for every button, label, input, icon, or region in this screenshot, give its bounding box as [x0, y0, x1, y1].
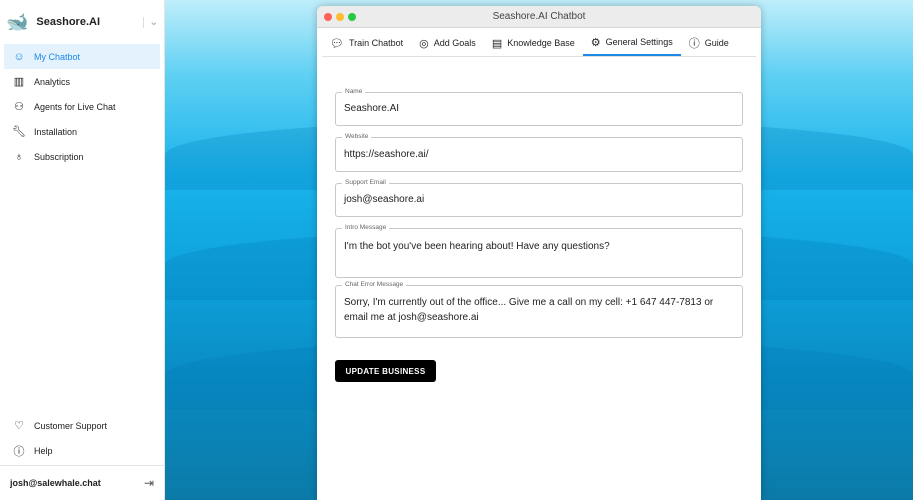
book-icon: ▤ [491, 37, 503, 50]
maximize-button[interactable] [348, 13, 356, 21]
sidebar-item-customer-support[interactable]: ♡ Customer Support [4, 413, 160, 438]
tab-label: Add Goals [433, 38, 476, 48]
help-icon: ⓘ [13, 445, 25, 458]
tab-add-goals[interactable]: ◎ Add Goals [411, 30, 484, 56]
sidebar-item-label: Subscription [34, 151, 84, 162]
update-business-button[interactable]: UPDATE BUSINESS [335, 360, 436, 382]
intro-value: I'm the bot you've been hearing about! H… [344, 241, 610, 252]
website-field[interactable]: Website https://seashore.ai/ [335, 132, 743, 172]
user-footer: josh@salewhale.chat ⇥ [0, 465, 164, 500]
name-field[interactable]: Name Seashore.AI [335, 87, 743, 126]
field-label: Chat Error Message [342, 280, 407, 290]
brand-name: Seashore.AI [36, 16, 101, 28]
sidebar-item-installation[interactable]: 🔧︎ Installation [4, 119, 160, 144]
sidebar-item-label: Installation [34, 126, 78, 137]
bar-chart-icon: ▥ [13, 76, 25, 88]
sidebar-item-help[interactable]: ⓘ Help [4, 438, 160, 463]
title-bar: Seashore.AI Chatbot [317, 6, 761, 28]
sidebar-item-subscription[interactable]: ♁ Subscription [4, 144, 160, 169]
intro-message-field[interactable]: Intro Message I'm the bot you've been hea… [335, 223, 743, 278]
chat-bubble-icon: 💬︎ [330, 37, 344, 50]
sidebar-item-label: Help [34, 445, 53, 456]
minimize-button[interactable] [336, 13, 344, 21]
field-label: Support Email [342, 178, 389, 188]
sidebar-item-label: Agents for Live Chat [34, 101, 116, 112]
wrench-icon: 🔧︎ [12, 126, 26, 138]
robot-icon: ☺ [13, 50, 25, 63]
heart-handshake-icon: ♡ [14, 420, 24, 432]
tab-bar: 💬︎ Train Chatbot ◎ Add Goals ▤ Knowledge Ba… [322, 28, 756, 57]
website-value: https://seashore.ai/ [344, 149, 429, 160]
support-email-field[interactable]: Support Email josh@seashore.ai [335, 178, 743, 217]
close-button[interactable] [324, 13, 332, 21]
bag-icon: ♁ [14, 150, 24, 163]
chevron-down-icon[interactable]: ⌄ [142, 16, 158, 28]
user-email: josh@salewhale.chat [10, 478, 101, 488]
sidebar-item-analytics[interactable]: ▥ Analytics [4, 69, 160, 94]
brand: 🐋 Seashore.AI ⌄ [0, 0, 164, 44]
users-icon: ⚇ [14, 101, 24, 113]
tab-general-settings[interactable]: ⚙ General Settings [582, 30, 681, 56]
sidebar-item-label: Customer Support [34, 420, 108, 431]
whale-logo-icon: 🐋 [6, 11, 29, 32]
target-icon: ◎ [419, 37, 429, 50]
tab-label: Train Chatbot [348, 38, 404, 48]
window-title: Seashore.AI Chatbot [492, 11, 586, 22]
tab-label: Guide [704, 38, 729, 48]
email-value: josh@seashore.ai [344, 194, 425, 205]
chatbot-window: Seashore.AI Chatbot 💬︎ Train Chatbot ◎ Add… [317, 6, 761, 500]
field-label: Intro Message [342, 223, 390, 233]
tab-train-chatbot[interactable]: 💬︎ Train Chatbot [322, 30, 411, 56]
field-label: Name [342, 87, 366, 97]
sidebar-item-label: My Chatbot [34, 51, 81, 62]
sidebar-item-label: Analytics [34, 76, 71, 87]
logout-icon[interactable]: ⇥ [144, 476, 154, 490]
chat-error-message-field[interactable]: Chat Error Message Sorry, I'm currently o… [335, 280, 743, 338]
sidebar-item-agents[interactable]: ⚇ Agents for Live Chat [4, 94, 160, 119]
info-icon: ⓘ [688, 38, 700, 50]
name-value: Seashore.AI [344, 103, 400, 114]
sidebar-item-my-chatbot[interactable]: ☺ My Chatbot [4, 44, 160, 69]
field-label: Website [342, 132, 372, 142]
tab-label: General Settings [605, 37, 673, 47]
tab-label: Knowledge Base [507, 38, 575, 48]
error-value: Sorry, I'm currently out of the office..… [344, 297, 714, 323]
tab-guide[interactable]: ⓘ Guide [681, 30, 737, 56]
tab-knowledge-base[interactable]: ▤ Knowledge Base [484, 30, 583, 56]
sidebar: 🐋 Seashore.AI ⌄ ☺ My Chatbot ▥ Analytics ⚇… [0, 0, 165, 500]
gear-icon: ⚙ [590, 36, 601, 49]
